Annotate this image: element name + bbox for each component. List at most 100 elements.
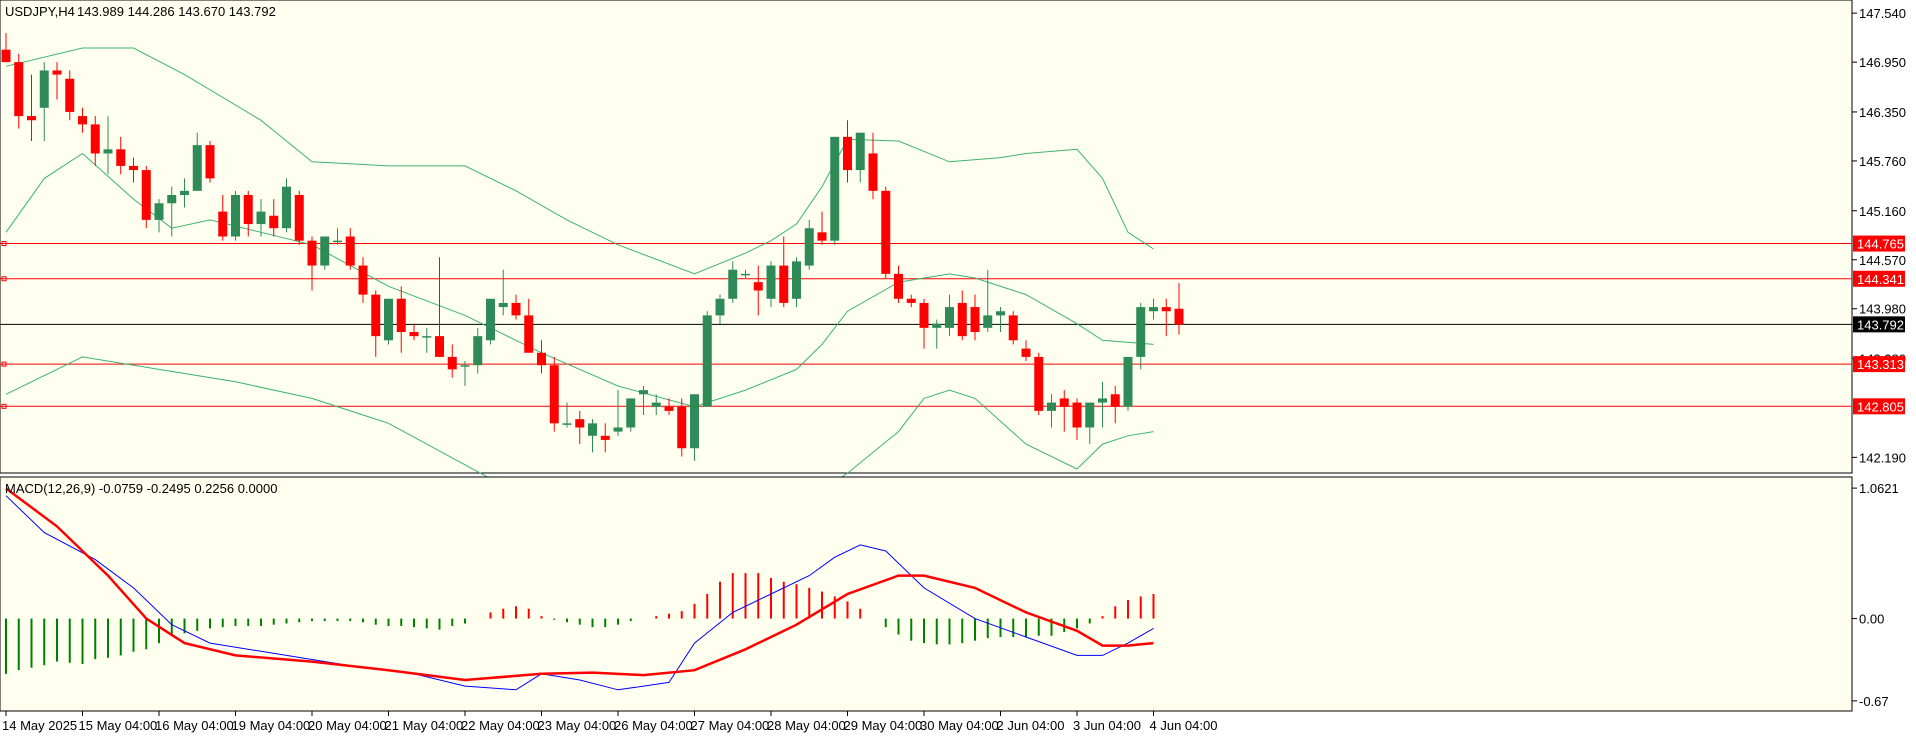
candle-bull xyxy=(192,145,202,191)
time-axis-label: 2 Jun 04:00 xyxy=(997,718,1065,733)
candle-bull xyxy=(996,311,1005,316)
candle-bear xyxy=(881,190,891,274)
candle-bear xyxy=(1021,348,1031,357)
candle-bear xyxy=(957,302,967,337)
time-axis-label: 29 May 04:00 xyxy=(844,718,923,733)
candle-bear xyxy=(447,356,457,370)
candle-bull xyxy=(473,336,483,366)
trading-chart[interactable]: USDJPY,H4 143.989 144.286 143.670 143.79… xyxy=(0,0,1916,737)
price-axis-label: 143.980 xyxy=(1859,302,1906,317)
candle-bear xyxy=(307,240,317,266)
price-axis-label: 142.190 xyxy=(1859,450,1906,465)
candle-bear xyxy=(269,215,279,229)
candle-bull xyxy=(103,149,113,154)
candle-bear xyxy=(753,282,763,291)
candle-bull xyxy=(282,186,291,229)
candle-bear xyxy=(1008,315,1018,341)
candle-bear xyxy=(14,62,24,117)
time-axis-label: 22 May 04:00 xyxy=(461,718,540,733)
candle-bear xyxy=(78,116,87,125)
candle-bear xyxy=(779,265,789,303)
time-axis-label: 30 May 04:00 xyxy=(920,718,999,733)
candle-bull xyxy=(1149,307,1158,312)
candle-bear xyxy=(970,307,980,332)
candle-bear xyxy=(396,298,406,332)
current-price-tag-label: 143.792 xyxy=(1857,317,1904,332)
candle-bear xyxy=(1,49,11,63)
candle-bull xyxy=(180,190,189,195)
candle-bear xyxy=(205,145,215,179)
candle-bull xyxy=(766,265,776,299)
candle-bear xyxy=(894,273,903,299)
candle-bear xyxy=(435,336,444,357)
candle-bear xyxy=(141,170,151,220)
macd-axis-label: 1.0621 xyxy=(1859,481,1899,496)
candle-bull xyxy=(651,402,661,407)
candle-bear xyxy=(1174,308,1184,325)
level-price-tag-label: 142.805 xyxy=(1857,399,1904,414)
candle-bull xyxy=(1085,402,1095,428)
time-axis-label: 3 Jun 04:00 xyxy=(1073,718,1141,733)
macd-pane[interactable] xyxy=(0,476,1853,712)
candle-bull xyxy=(626,398,636,428)
price-axis-label: 146.350 xyxy=(1859,105,1906,120)
candle-bear xyxy=(919,302,929,328)
macd-axis-label: -0.67 xyxy=(1859,694,1889,709)
time-axis-label: 4 Jun 04:00 xyxy=(1150,718,1218,733)
candle-bull xyxy=(39,70,49,108)
candle-bull xyxy=(741,273,750,276)
candle-bear xyxy=(1072,402,1082,428)
time-axis-label: 20 May 04:00 xyxy=(308,718,387,733)
candle-bear xyxy=(677,406,687,449)
time-axis-label: 16 May 04:00 xyxy=(155,718,234,733)
candle-bull xyxy=(702,315,712,407)
candle-bear xyxy=(664,406,674,411)
candle-bear xyxy=(511,302,521,316)
candle-bull xyxy=(1123,356,1133,407)
candle-bear xyxy=(90,124,100,154)
candle-bear xyxy=(1161,307,1171,312)
level-price-tag-label: 144.341 xyxy=(1857,272,1904,287)
candle-bull xyxy=(639,390,648,395)
price-axis-label: 146.950 xyxy=(1859,55,1906,70)
time-axis-label: 19 May 04:00 xyxy=(232,718,311,733)
level-price-tag-label: 143.313 xyxy=(1857,357,1904,372)
candle-bull xyxy=(562,423,572,425)
candle-bear xyxy=(1110,394,1120,407)
candle-bear xyxy=(906,298,916,303)
macd-header: MACD(12,26,9) -0.0759 -0.2495 0.2256 0.0… xyxy=(5,481,277,496)
candle-bull xyxy=(945,307,954,328)
candle-bull xyxy=(690,394,699,449)
level-price-tag-label: 144.765 xyxy=(1857,237,1904,252)
candle-bull xyxy=(384,298,393,341)
candle-bull xyxy=(460,365,470,367)
candle-bull xyxy=(154,203,164,220)
time-axis-label: 28 May 04:00 xyxy=(767,718,846,733)
candle-bear xyxy=(549,365,559,424)
time-axis-label: 14 May 2025 xyxy=(2,718,77,733)
candle-bull xyxy=(231,194,240,237)
price-axis-label: 145.160 xyxy=(1859,204,1906,219)
candle-bear xyxy=(358,265,368,295)
candle-bull xyxy=(320,236,330,266)
candle-bull xyxy=(804,228,814,266)
candle-bear xyxy=(843,136,852,171)
candle-bear xyxy=(116,149,126,166)
candle-bear xyxy=(600,435,610,440)
price-axis-label: 147.540 xyxy=(1859,6,1906,21)
candle-bull xyxy=(715,298,725,316)
candle-bear xyxy=(575,419,585,428)
candle-bear xyxy=(817,232,827,241)
candle-bear xyxy=(409,331,419,337)
candle-bear xyxy=(129,165,138,171)
candle-bull xyxy=(1047,402,1056,411)
candle-bull xyxy=(728,269,738,299)
candle-bull xyxy=(498,302,508,308)
price-axis-label: 145.760 xyxy=(1859,154,1906,169)
candle-bull xyxy=(855,132,865,171)
time-axis-label: 15 May 04:00 xyxy=(79,718,158,733)
candle-bear xyxy=(1034,356,1044,411)
candle-bear xyxy=(537,352,546,366)
time-axis-label: 23 May 04:00 xyxy=(538,718,617,733)
candle-bull xyxy=(422,336,432,338)
